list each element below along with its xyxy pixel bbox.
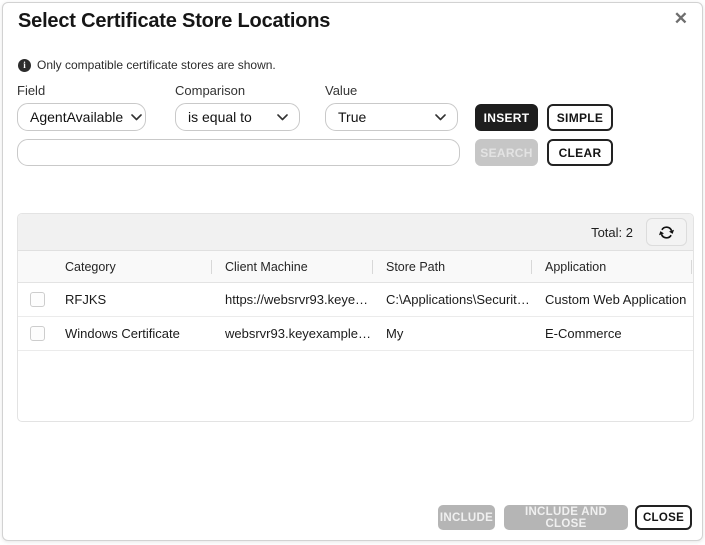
search-button[interactable]: SEARCH <box>475 139 538 166</box>
field-label: Field <box>17 83 146 98</box>
comparison-select[interactable]: is equal to <box>175 103 300 131</box>
refresh-button[interactable] <box>646 218 687 246</box>
include-button[interactable]: INCLUDE <box>438 505 495 530</box>
dialog-title: Select Certificate Store Locations <box>18 10 330 33</box>
cell-application: Custom Web Application <box>531 292 693 307</box>
chevron-down-icon <box>435 114 446 121</box>
comparison-select-value: is equal to <box>188 109 252 125</box>
info-icon: i <box>18 59 31 72</box>
cell-store-path: C:\Applications\Securit… <box>372 292 531 307</box>
close-button[interactable]: CLOSE <box>635 505 692 530</box>
cell-application: E-Commerce <box>531 326 693 341</box>
refresh-icon <box>658 224 675 241</box>
column-header-category[interactable]: Category <box>51 260 211 274</box>
select-certificate-store-locations-dialog: Select Certificate Store Locations ✕ i O… <box>2 2 703 541</box>
cell-category: Windows Certificate <box>51 326 211 341</box>
value-label: Value <box>325 83 458 98</box>
row-checkbox-cell <box>18 292 51 307</box>
row-checkbox[interactable] <box>30 326 45 341</box>
total-count: Total: 2 <box>591 225 633 240</box>
column-header-application[interactable]: Application <box>531 260 693 274</box>
close-icon[interactable]: ✕ <box>674 9 688 29</box>
value-select[interactable]: True <box>325 103 458 131</box>
row-checkbox[interactable] <box>30 292 45 307</box>
simple-button[interactable]: SIMPLE <box>547 104 613 131</box>
table-row[interactable]: Windows Certificate websrvr93.keyexample… <box>18 317 693 351</box>
table-header-row: Category Client Machine Store Path Appli… <box>18 251 693 283</box>
row-checkbox-cell <box>18 326 51 341</box>
comparison-label: Comparison <box>175 83 300 98</box>
info-banner: i Only compatible certificate stores are… <box>18 58 276 72</box>
comparison-filter-group: Comparison is equal to <box>175 83 300 131</box>
table-row[interactable]: RFJKS https://websrvr93.keye… C:\Applica… <box>18 283 693 317</box>
column-header-store-path[interactable]: Store Path <box>372 260 531 274</box>
info-text: Only compatible certificate stores are s… <box>37 58 276 72</box>
query-input[interactable] <box>17 139 460 166</box>
include-and-close-button[interactable]: INCLUDE AND CLOSE <box>504 505 628 530</box>
chevron-down-icon <box>277 114 288 121</box>
field-select-value: AgentAvailable <box>30 109 123 125</box>
field-select[interactable]: AgentAvailable <box>17 103 146 131</box>
value-filter-group: Value True <box>325 83 458 131</box>
table-toolbar: Total: 2 <box>18 214 693 251</box>
value-select-value: True <box>338 109 366 125</box>
column-header-client-machine[interactable]: Client Machine <box>211 260 372 274</box>
cell-client-machine: https://websrvr93.keye… <box>211 292 372 307</box>
certificate-store-table-panel: Total: 2 Category Client Machine Store P… <box>17 213 694 422</box>
cell-category: RFJKS <box>51 292 211 307</box>
chevron-down-icon <box>131 114 142 121</box>
insert-button[interactable]: INSERT <box>475 104 538 131</box>
field-filter-group: Field AgentAvailable <box>17 83 146 131</box>
cell-store-path: My <box>372 326 531 341</box>
cell-client-machine: websrvr93.keyexample… <box>211 326 372 341</box>
clear-button[interactable]: CLEAR <box>547 139 613 166</box>
